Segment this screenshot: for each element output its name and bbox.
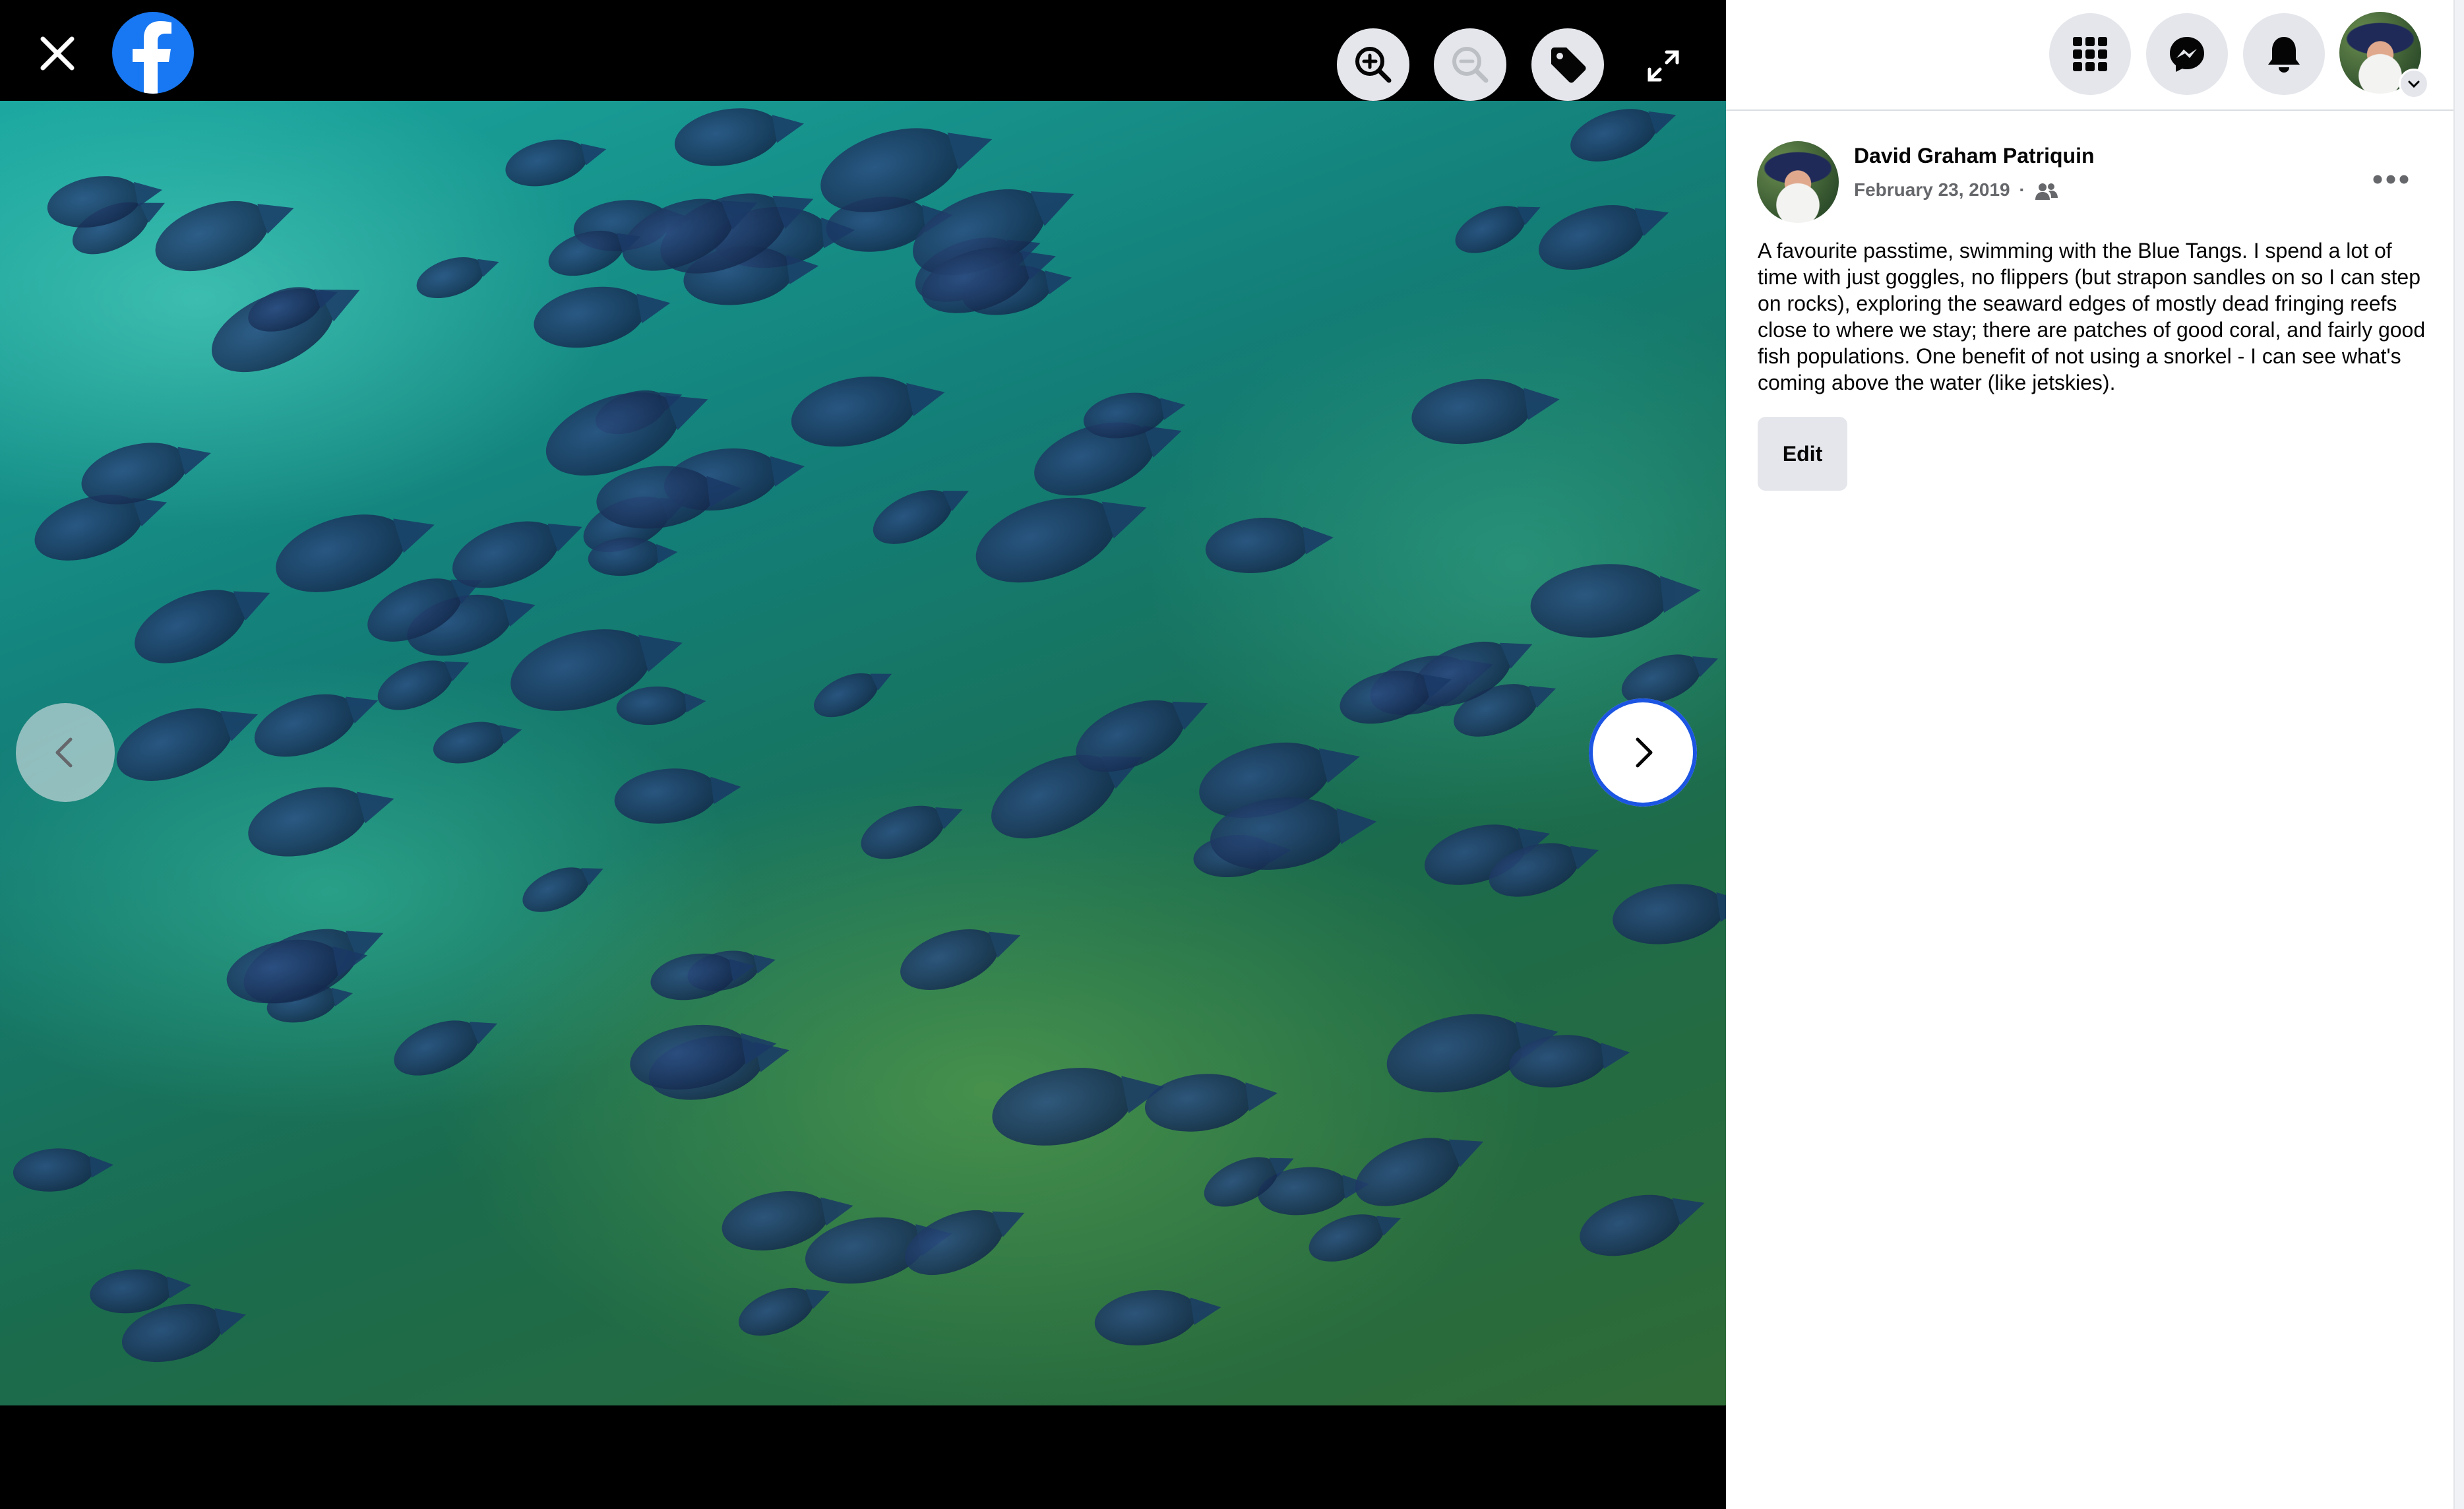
fish: [895, 1196, 1014, 1289]
fish: [892, 917, 1007, 1002]
notifications-button[interactable]: [2243, 13, 2325, 95]
post-options-button[interactable]: [2353, 153, 2429, 206]
fish: [1609, 877, 1726, 951]
fish: [1527, 557, 1673, 644]
fish: [106, 694, 243, 795]
tag-icon: [1551, 47, 1586, 83]
fish: [1448, 196, 1533, 263]
fish: [146, 187, 279, 285]
account-menu-chevron[interactable]: [2399, 69, 2429, 99]
messenger-icon: [2170, 37, 2204, 72]
fish: [516, 858, 596, 921]
fullscreen-button[interactable]: [1636, 38, 1691, 94]
top-navigation: [1726, 0, 2464, 111]
fish-school: [0, 101, 1726, 1405]
fish: [501, 132, 593, 194]
chevron-right-icon: [1636, 737, 1653, 768]
fish: [1345, 1124, 1471, 1220]
facebook-logo[interactable]: [112, 12, 194, 94]
fish: [853, 795, 952, 870]
menu-grid-icon: [2073, 37, 2107, 71]
author-name[interactable]: David Graham Patriquin: [1854, 144, 2095, 168]
zoom-in-button[interactable]: [1337, 28, 1409, 101]
fish: [611, 762, 722, 830]
next-photo-button[interactable]: [1589, 698, 1697, 807]
post-caption: A favourite passtime, swimming with the …: [1758, 239, 2426, 394]
photo-viewer: [0, 0, 1726, 1509]
fish: [266, 500, 416, 607]
fish: [411, 249, 490, 306]
zoom-out-button[interactable]: [1434, 28, 1506, 101]
fish: [1379, 1002, 1535, 1105]
fish: [865, 479, 961, 555]
fish: [731, 1278, 821, 1345]
account-button[interactable]: [2339, 12, 2429, 99]
close-button[interactable]: [30, 26, 84, 80]
friends-icon: [2035, 183, 2058, 200]
fish: [1202, 512, 1313, 578]
fish: [529, 278, 650, 356]
more-horizontal-icon: [2373, 175, 2409, 184]
panel-scrollbar[interactable]: [2453, 0, 2464, 1509]
fish: [985, 1057, 1140, 1157]
fish: [123, 574, 258, 679]
date-separator: ·: [2019, 179, 2025, 200]
fish: [1564, 101, 1664, 171]
fish: [1302, 1205, 1392, 1271]
author-avatar[interactable]: [1757, 141, 1839, 223]
tag-photo-button[interactable]: [1531, 28, 1604, 101]
close-icon: [40, 36, 75, 71]
previous-photo-button[interactable]: [16, 703, 115, 802]
fish: [1091, 1283, 1202, 1352]
zoom-out-icon: [1452, 47, 1489, 83]
fish: [386, 1009, 487, 1087]
fish: [240, 775, 376, 869]
post-date[interactable]: February 23, 2019: [1854, 179, 2010, 200]
fish: [784, 365, 924, 458]
fish: [1572, 1183, 1690, 1268]
post-date-line: February 23, 2019 ·: [1854, 179, 2059, 201]
fish: [370, 650, 461, 720]
fish: [1530, 193, 1654, 282]
chevron-left-icon: [55, 737, 73, 768]
fullscreen-icon: [1648, 50, 1679, 82]
zoom-in-icon: [1355, 47, 1392, 83]
menu-button[interactable]: [2049, 13, 2131, 95]
fish: [11, 1145, 97, 1195]
bell-icon: [2268, 37, 2300, 73]
fish: [429, 715, 510, 770]
fish: [965, 481, 1127, 599]
chevron-down-icon: [2408, 80, 2420, 88]
post-panel: David Graham Patriquin February 23, 2019…: [1726, 0, 2464, 1509]
underwater-photo: [0, 101, 1726, 1405]
edit-button[interactable]: Edit: [1758, 417, 1847, 491]
fish: [246, 682, 365, 769]
fish: [1407, 371, 1537, 452]
fish: [807, 664, 886, 726]
messenger-button[interactable]: [2146, 13, 2228, 95]
fish: [669, 101, 785, 174]
facebook-f-icon: [133, 21, 171, 94]
